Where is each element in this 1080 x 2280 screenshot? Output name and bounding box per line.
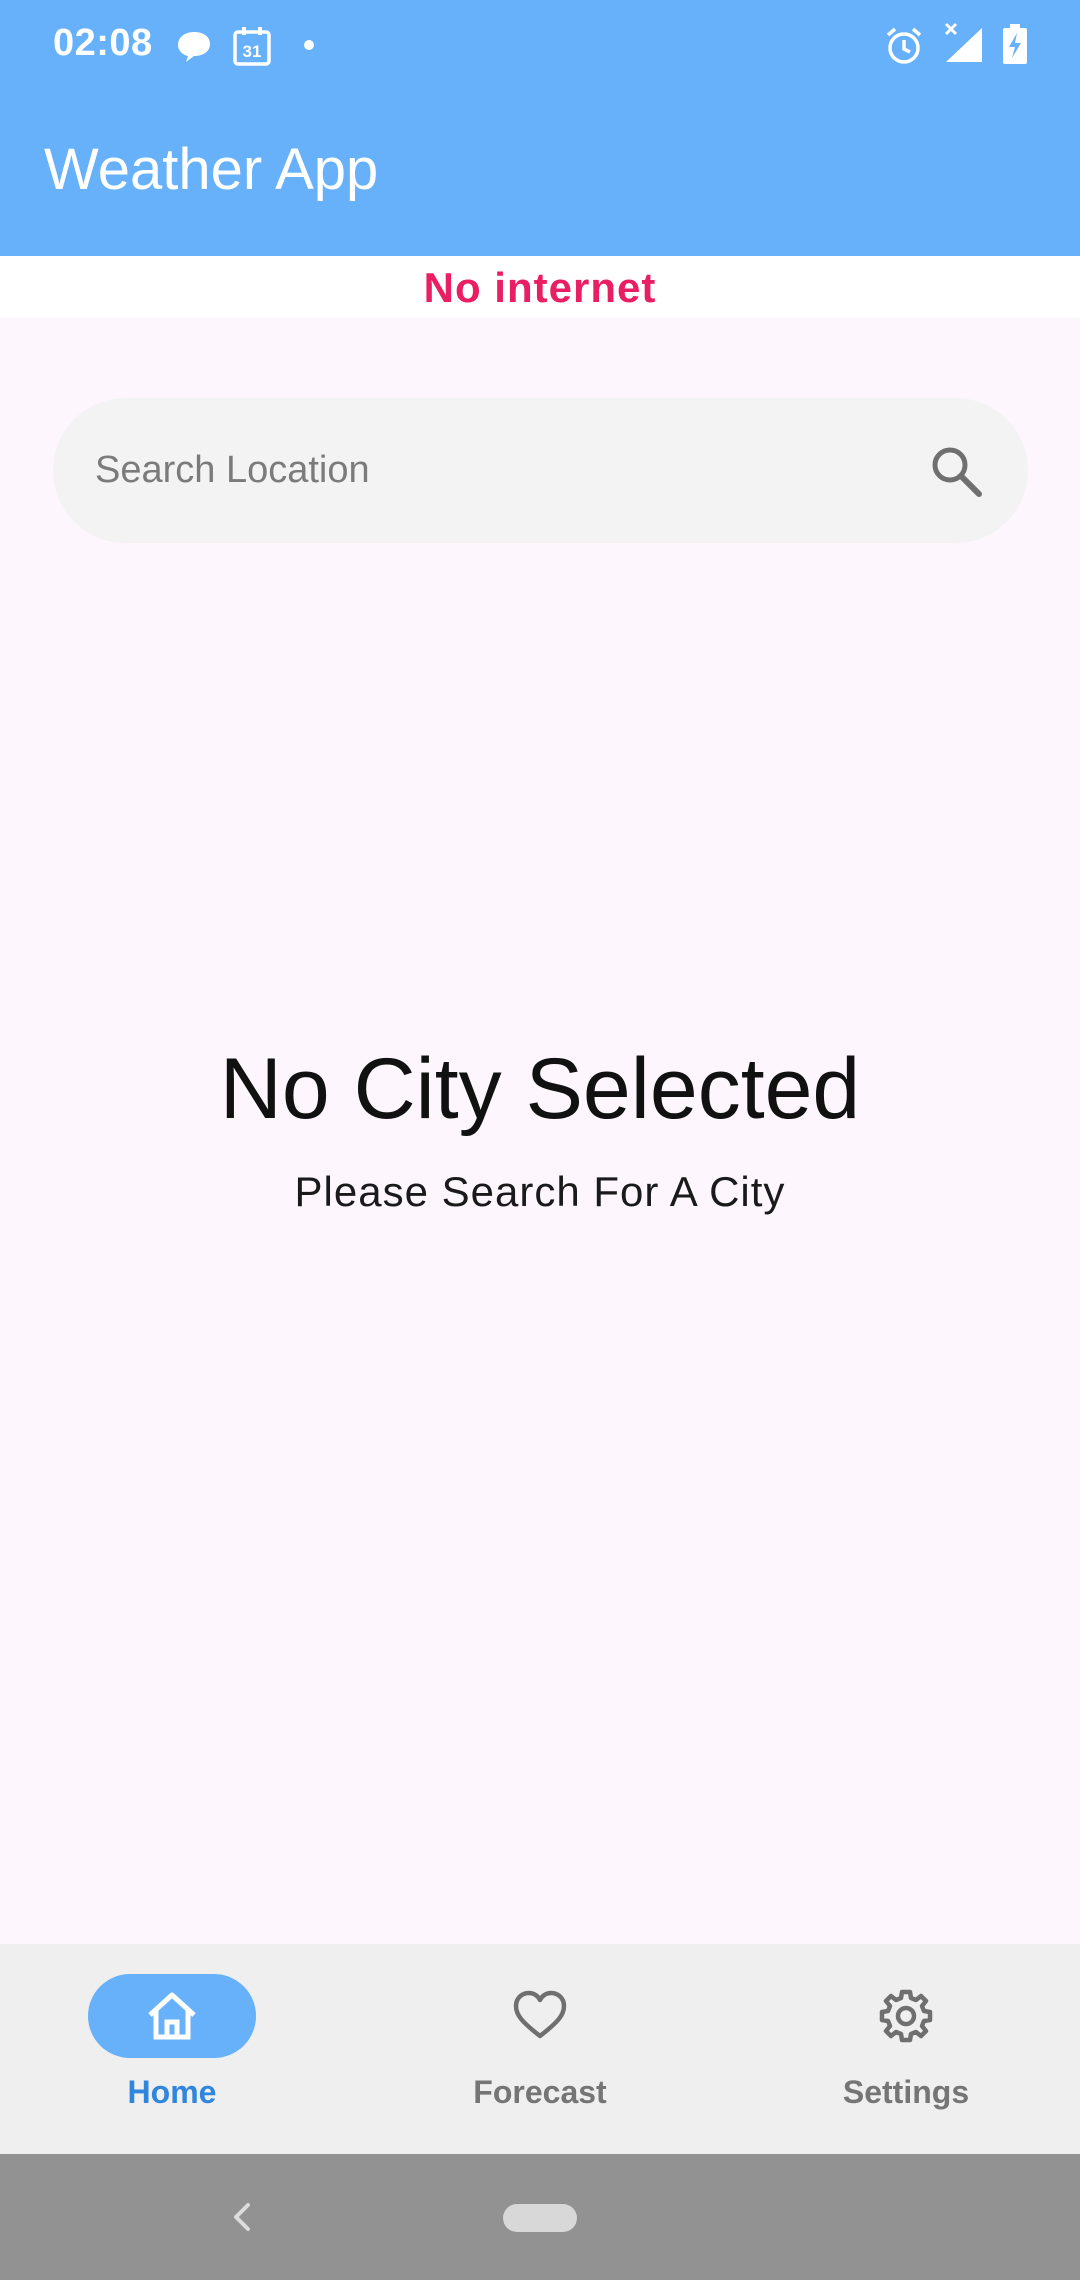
notification-dot-icon	[304, 40, 314, 50]
heart-icon	[513, 1990, 567, 2039]
nav-label-settings: Settings	[842, 2074, 970, 2110]
search-icon[interactable]	[925, 440, 987, 502]
nav-item-home[interactable]: Home	[22, 1974, 322, 2144]
nav-label-home: Home	[127, 2074, 217, 2110]
status-time: 02:08	[53, 22, 153, 64]
calendar-day: 31	[243, 42, 262, 61]
gear-icon	[879, 1989, 933, 2043]
no-internet-text: No internet	[423, 264, 657, 311]
battery-charging-icon	[1003, 24, 1027, 64]
alarm-icon	[886, 27, 922, 64]
empty-state-title: No City Selected	[219, 1041, 861, 1137]
search-bar	[53, 398, 1028, 543]
back-icon[interactable]	[226, 2200, 258, 2234]
no-signal-icon	[944, 22, 982, 62]
chat-bubble-icon	[178, 32, 210, 62]
home-icon	[148, 1992, 196, 2040]
empty-state-subtitle: Please Search For A City	[294, 1168, 786, 1215]
nav-label-forecast: Forecast	[473, 2074, 607, 2110]
bottom-navigation: Home Forecast Settings	[0, 1944, 1080, 2154]
home-pill-icon[interactable]	[503, 2204, 577, 2232]
nav-item-forecast[interactable]: Forecast	[390, 1974, 690, 2144]
status-bar: 02:08 31	[0, 0, 1080, 90]
calendar-icon: 31	[233, 27, 271, 66]
search-input[interactable]	[95, 398, 895, 543]
app-header: 02:08 31 Weather App	[0, 0, 1080, 256]
app-title: Weather App	[44, 137, 379, 202]
no-internet-banner: No internet	[0, 256, 1080, 318]
nav-item-settings[interactable]: Settings	[756, 1974, 1056, 2144]
